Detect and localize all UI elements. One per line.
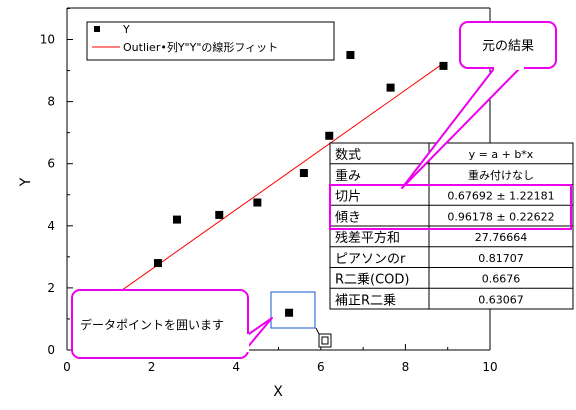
- fit-table-label: 補正R二乗: [335, 293, 396, 308]
- fit-table-value: y = a + b*x: [469, 148, 534, 161]
- fit-table-label: 傾き: [335, 210, 361, 225]
- legend-marker-square: [94, 26, 100, 32]
- y-tick-label: 6: [47, 157, 55, 171]
- fit-table-label: ピアソンのr: [335, 252, 406, 267]
- callout-seam: [243, 334, 249, 352]
- x-tick-label: 10: [482, 360, 497, 374]
- y-axis-title: Y: [18, 177, 34, 187]
- data-point[interactable]: [346, 51, 355, 60]
- data-point[interactable]: [172, 215, 181, 224]
- callout-text: 元の結果: [482, 39, 534, 54]
- callout-enclose-point[interactable]: データポイントを囲います: [71, 289, 273, 359]
- data-point[interactable]: [215, 210, 224, 219]
- graph-window: 0 2 4 6 8 10 0 2 4 6 8 10 X Y Y Outlier•列Y"Y"の線形フィッ…: [0, 0, 576, 406]
- x-tick-label: 4: [232, 360, 240, 374]
- fit-table-label: 切片: [335, 190, 361, 205]
- fit-table-label: 数式: [335, 148, 361, 163]
- fit-table-value: 27.76664: [475, 231, 528, 244]
- outlier-data-point[interactable]: [285, 308, 294, 317]
- y-tick-label: 0: [47, 343, 55, 357]
- fit-table-value: 重み付けなし: [468, 168, 534, 182]
- x-tick-label: 2: [148, 360, 156, 374]
- fit-table-value: 0.81707: [478, 252, 524, 265]
- data-point[interactable]: [299, 169, 308, 178]
- data-point[interactable]: [253, 198, 262, 207]
- callout-seam: [494, 64, 524, 70]
- callout-pointer: [245, 317, 273, 350]
- fit-table-value: 0.96178 ± 0.22622: [447, 210, 554, 223]
- legend-fit-label: Outlier•列Y"Y"の線形フィット: [123, 40, 278, 54]
- data-point[interactable]: [153, 259, 162, 268]
- lock-icon[interactable]: [315, 327, 332, 348]
- data-point[interactable]: [439, 61, 448, 70]
- x-tick-label: 0: [63, 360, 71, 374]
- y-tick-label: 8: [47, 95, 55, 109]
- callout-text: データポイントを囲います: [80, 317, 224, 332]
- fit-result-table[interactable]: 数式 y = a + b*x 重み 重み付けなし切片 0.67692 ± 1.22181…: [329, 142, 574, 310]
- x-axis-title: X: [273, 384, 283, 400]
- chart-canvas: 0 2 4 6 8 10 0 2 4 6 8 10 X Y Y Outlier•列Y"Y"の線形フィッ…: [18, 7, 574, 400]
- legend-series-label: Y: [122, 23, 130, 36]
- fit-table-value: 0.63067: [478, 293, 524, 306]
- data-point[interactable]: [386, 83, 395, 92]
- data-point[interactable]: [325, 131, 334, 140]
- x-tick-label: 8: [402, 360, 410, 374]
- fit-table-value: 0.67692 ± 1.22181: [447, 190, 554, 203]
- fit-table-label: R二乗(COD): [335, 273, 410, 288]
- fit-table-value: 0.6676: [482, 273, 521, 286]
- fit-table-label: 残差平方和: [335, 230, 400, 246]
- fit-table-label: 重み: [335, 168, 361, 184]
- legend[interactable]: Y Outlier•列Y"Y"の線形フィット: [86, 21, 335, 61]
- y-tick-label: 2: [47, 281, 55, 295]
- y-tick-label: 4: [47, 219, 55, 233]
- x-tick-label: 6: [317, 360, 325, 374]
- y-tick-label: 10: [40, 33, 55, 47]
